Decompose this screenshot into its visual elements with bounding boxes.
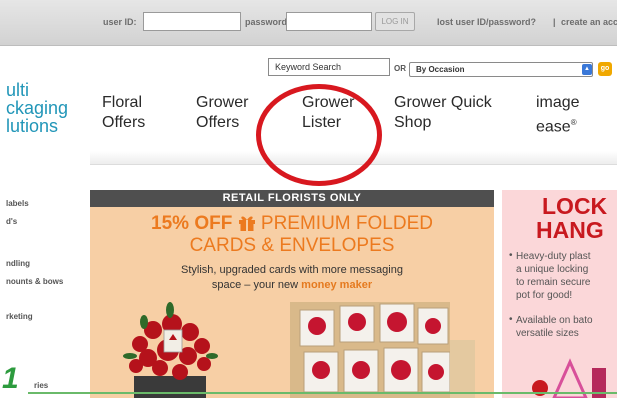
promo-title-2: HANG — [536, 217, 604, 243]
highlight-circle — [256, 84, 382, 186]
create-account-link[interactable]: create an acc — [561, 17, 617, 27]
promo-text: pot for good! — [516, 290, 573, 301]
logo-line-2: ckaging — [6, 98, 69, 118]
lost-credentials-link[interactable]: lost user ID/password? — [437, 17, 536, 27]
offer-percent: 15% OFF — [151, 213, 233, 234]
nav-floral-offers[interactable]: Floral Offers — [102, 93, 145, 133]
side-promo[interactable]: LOCK HANG • Heavy-duty plast a unique lo… — [502, 190, 617, 398]
login-button[interactable]: LOG IN — [375, 12, 415, 31]
banner-copy-line-2: space – your new money maker — [90, 279, 494, 291]
occasion-select[interactable]: By Occasion — [409, 62, 593, 77]
nav-label-text: ease — [536, 118, 571, 136]
nav-label-line-2: ease® — [536, 113, 580, 137]
keyword-search-input[interactable]: Keyword Search — [268, 58, 390, 76]
password-label: password: — [245, 17, 291, 27]
promo-text: versatile sizes — [516, 328, 579, 339]
nav-label-line-1: Grower — [196, 94, 249, 111]
figure-number: 1 — [2, 362, 19, 395]
password-input[interactable] — [286, 12, 372, 31]
sidebar-item-marketing[interactable]: rketing — [6, 312, 33, 321]
nav-label-line-2: Offers — [196, 114, 240, 131]
promo-title-1: LOCK — [542, 193, 608, 219]
go-button[interactable]: go — [598, 62, 612, 76]
nav-label-line-2: Offers — [102, 114, 146, 131]
nav-label-line-1: Floral — [102, 94, 143, 111]
logo-line-1: ulti — [6, 80, 30, 100]
link-divider: | — [553, 17, 556, 27]
user-id-label: user ID: — [103, 17, 137, 27]
select-arrow-icon[interactable]: ▲︎ — [582, 64, 592, 75]
bullet-icon: • — [509, 314, 513, 325]
nav-label-line-2: Shop — [394, 114, 432, 131]
copy-prefix: space – your new — [211, 279, 299, 291]
promo-text: to remain secure — [516, 277, 591, 288]
promo-text: Heavy-duty plast — [516, 251, 591, 262]
banner-copy-line-1: Stylish, upgraded cards with more messag… — [181, 264, 403, 276]
registered-mark: ® — [570, 118, 577, 127]
flower-arrangement-image — [123, 302, 218, 398]
nav-label-line-1: Grower Quick — [394, 94, 492, 111]
nav-grower-offers[interactable]: Grower Offers — [196, 93, 248, 133]
site-logo[interactable]: ulti ckaging lutions — [6, 81, 68, 135]
offer-headline: 15% OFF PREMIUM FOLDED — [90, 213, 494, 237]
login-bar: user ID: password: LOG IN lost user ID/p… — [0, 0, 617, 46]
figure-rule — [28, 392, 617, 394]
nav-image-ease[interactable]: image ease® — [536, 93, 580, 137]
bullet-icon: • — [509, 250, 513, 261]
sidebar-item-labels[interactable]: labels — [6, 199, 29, 208]
promo-text: Available on bato — [516, 315, 593, 326]
copy-highlight: money maker — [301, 279, 373, 291]
banner-header: RETAIL FLORISTS ONLY — [90, 190, 494, 207]
sidebar-item-cards[interactable]: d's — [6, 217, 17, 226]
promo-text: a unique locking — [516, 264, 589, 275]
nav-grower-quick-shop[interactable]: Grower Quick Shop — [394, 93, 492, 133]
offer-product: PREMIUM FOLDED — [260, 213, 433, 234]
logo-line-3: lutions — [6, 116, 59, 136]
sidebar-item-accessories[interactable]: ries — [34, 381, 48, 390]
sidebar-item-mounts-bows[interactable]: nounts & bows — [6, 277, 63, 286]
promo-banner[interactable]: RETAIL FLORISTS ONLY 15% OFF PREMIUM FOL… — [90, 190, 494, 398]
or-label: OR — [394, 64, 406, 73]
offer-headline-line-2: CARDS & ENVELOPES — [189, 235, 395, 256]
nav-label-line-1: image — [536, 94, 580, 111]
user-id-input[interactable] — [143, 12, 241, 31]
card-rack-image — [290, 302, 475, 398]
sidebar-item-handling[interactable]: ndling — [6, 259, 30, 268]
gift-icon — [238, 214, 256, 237]
